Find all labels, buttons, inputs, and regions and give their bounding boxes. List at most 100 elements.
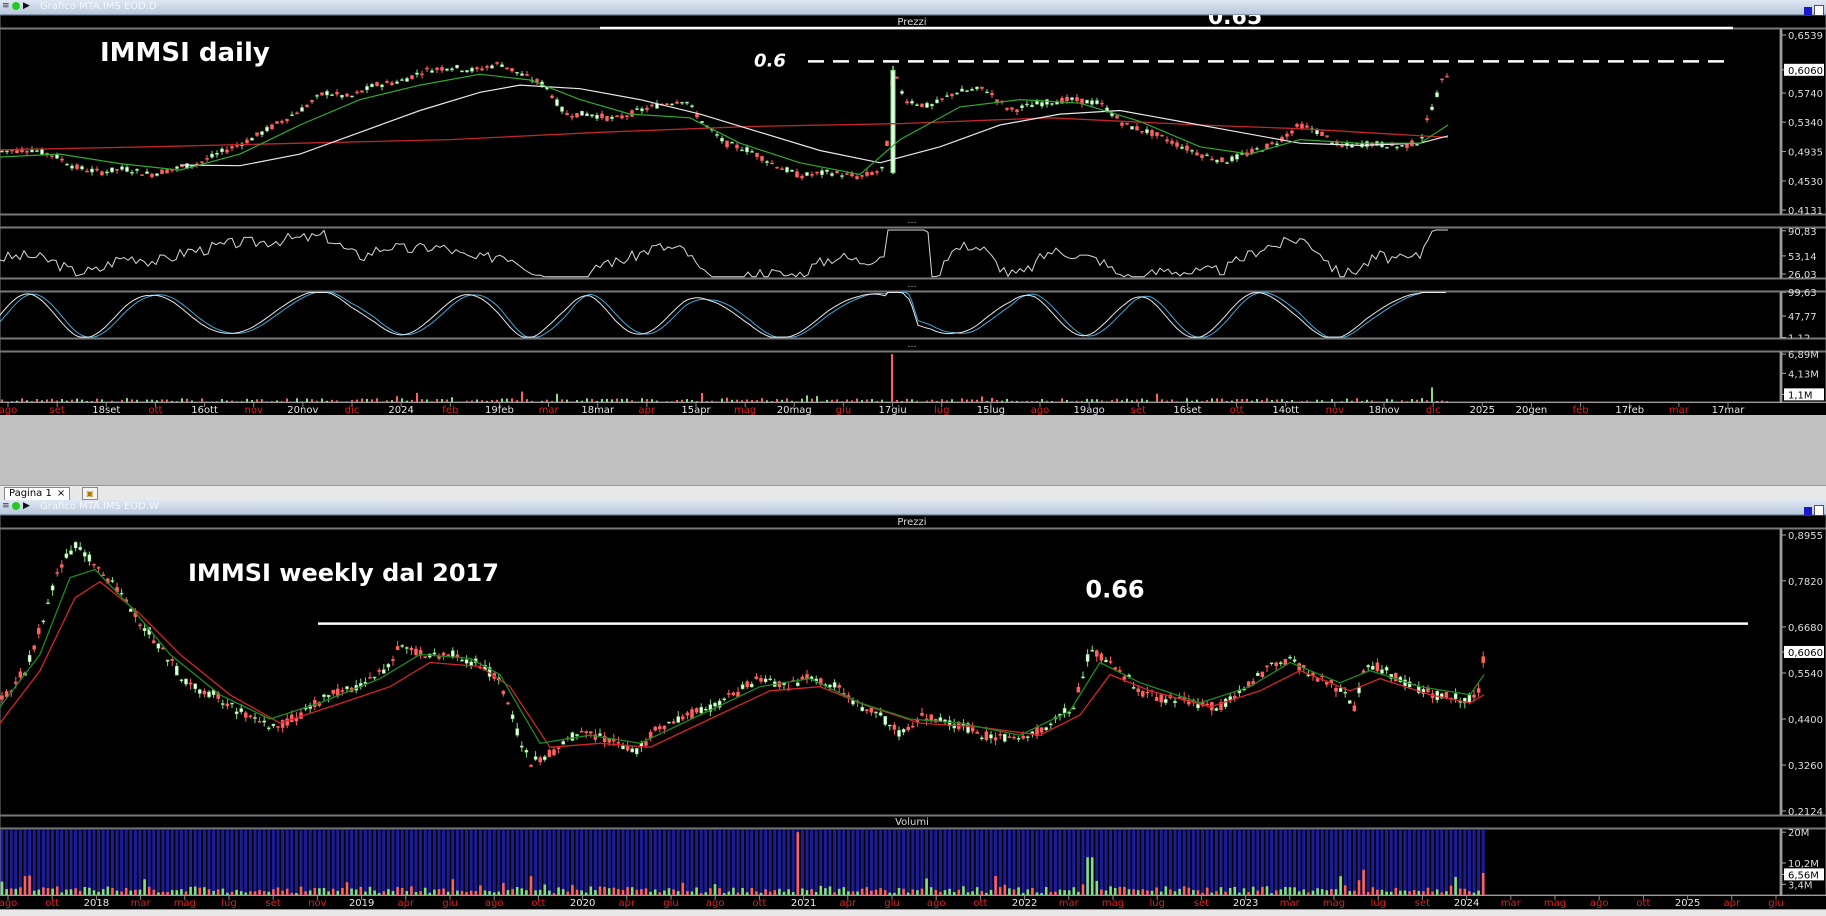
weekly-volume-bar (10, 888, 13, 895)
weekly-volume-background-bar (838, 830, 841, 895)
new-tab-icon[interactable]: ▣ (82, 487, 98, 500)
daily-candle-body (376, 82, 379, 85)
weekly-window-titlebar[interactable]: ≡ ▶ Grafico MTA.IMS EOD.W (0, 500, 1826, 515)
daily-volume-bar (256, 399, 258, 402)
daily-window-titlebar[interactable]: ≡ ▶ Grafico MTA.IMS EOD.D (0, 0, 1826, 15)
weekly-volume-background-bar (792, 830, 795, 895)
weekly-candle-body (833, 682, 836, 687)
daily-volume-bar (791, 401, 793, 402)
weekly-candle-body (465, 660, 468, 664)
weekly-volume-bar (378, 893, 381, 895)
daily-candle-body (836, 171, 839, 173)
window-buttons[interactable] (1802, 501, 1824, 512)
close-icon[interactable]: × (57, 488, 65, 499)
weekly-volume-background-bar (479, 830, 482, 895)
daily-volume-bar (1261, 400, 1263, 402)
weekly-candle-body (645, 742, 648, 746)
weekly-candle-body (1270, 663, 1273, 664)
daily-volume-bar (1436, 401, 1438, 402)
weekly-candle-body (1371, 666, 1374, 669)
weekly-candle-body (378, 670, 381, 671)
play-icon[interactable]: ▶ (23, 502, 32, 511)
weekly-volume-bar (1027, 889, 1030, 895)
daily-volume-bar (511, 398, 513, 402)
daily-candle-body (41, 149, 44, 154)
weekly-volume-background-bar (732, 830, 735, 895)
weekly-volume-background-bar (217, 830, 220, 895)
daily-volume-bar (436, 399, 438, 402)
weekly-candle-body (1339, 688, 1342, 691)
weekly-candle-body (622, 746, 625, 749)
daily-chart-area[interactable]: Prezzi0,65390,60600,57400,53400,49350,45… (0, 15, 1826, 485)
weekly-volume-bar (102, 889, 105, 895)
weekly-volume-bar (364, 892, 367, 895)
daily-candle-body (341, 95, 344, 97)
weekly-volume-background-bar (401, 830, 404, 895)
daily-volume-bar (1186, 398, 1188, 402)
weekly-candle-body (267, 728, 270, 729)
weekly-volume-background-bar (654, 830, 657, 895)
daily-candle-body (1426, 118, 1429, 119)
weekly-candle-body (346, 687, 349, 689)
weekly-candle-body (553, 750, 556, 755)
weekly-volume-background-bar (465, 830, 468, 895)
weekly-candle-body (750, 684, 753, 687)
menu-icon[interactable]: ≡ (2, 502, 11, 511)
weekly-volume-bar (493, 892, 496, 895)
weekly-candle-body (691, 709, 694, 718)
weekly-volume-bar (1468, 891, 1471, 895)
menu-icon[interactable]: ≡ (2, 2, 11, 11)
weekly-volume-bar (1252, 887, 1255, 895)
weekly-volume-bar (212, 891, 215, 895)
weekly-volume-bar (245, 892, 248, 895)
play-icon[interactable]: ▶ (23, 2, 32, 11)
daily-candle-body (406, 78, 409, 81)
weekly-volume-bar (475, 891, 478, 895)
weekly-volume-bar (544, 885, 547, 895)
weekly-candle-body (668, 722, 671, 723)
weekly-chart-area[interactable]: Prezzi0,89550,78200,66800,60600,55400,44… (0, 515, 1826, 909)
weekly-volume-bar (498, 892, 501, 895)
weekly-volume-background-bar (387, 830, 390, 895)
weekly-volume-bar (1266, 886, 1269, 895)
weekly-volume-bar (130, 891, 133, 895)
daily-volume-bar (446, 400, 448, 402)
weekly-volume-bar (1031, 888, 1034, 895)
weekly-volume-bar (889, 893, 892, 895)
weekly-volume-bar (1441, 892, 1444, 895)
daily-volume-bar (616, 399, 618, 402)
weekly-volume-bar (912, 889, 915, 895)
daily-volume-bar (766, 400, 768, 402)
weekly-volume-background-bar (622, 830, 625, 895)
weekly-volume-background-bar (1256, 830, 1259, 895)
daily-volume-bar (136, 400, 138, 402)
weekly-volume-background-bar (456, 830, 459, 895)
weekly-volume-bar (1197, 890, 1200, 895)
weekly-volume-background-bar (166, 830, 169, 895)
daily-volume-bar (606, 399, 608, 402)
daily-candle-body (1156, 132, 1159, 135)
weekly-volume-bar (1316, 888, 1319, 895)
weekly-volume-bar (258, 890, 261, 895)
daily-candle-body (36, 151, 39, 152)
window-buttons[interactable] (1802, 1, 1824, 12)
daily-volume-bar (281, 401, 283, 402)
weekly-volume-bar (61, 892, 64, 895)
daily-candle-body (716, 134, 719, 135)
daily-candle-body (1121, 123, 1124, 125)
weekly-volume-bar (511, 889, 514, 895)
daily-volume-bar (1136, 399, 1138, 402)
weekly-volume-background-bar (1013, 830, 1016, 895)
weekly-candle-body (677, 717, 680, 723)
daily-volume-bar (336, 400, 338, 402)
daily-volume-bar (801, 399, 803, 402)
daily-candle-body (411, 75, 414, 78)
weekly-volume-bar (1381, 890, 1384, 895)
daily-candle-body (481, 69, 484, 70)
weekly-volume-bar (84, 887, 87, 895)
weekly-volume-bar (774, 890, 777, 895)
weekly-candle-body (507, 703, 510, 704)
tab-pagina-1[interactable]: Pagina 1× (4, 487, 70, 500)
weekly-candle-body (1229, 697, 1232, 700)
weekly-volume-bar (1059, 890, 1062, 895)
